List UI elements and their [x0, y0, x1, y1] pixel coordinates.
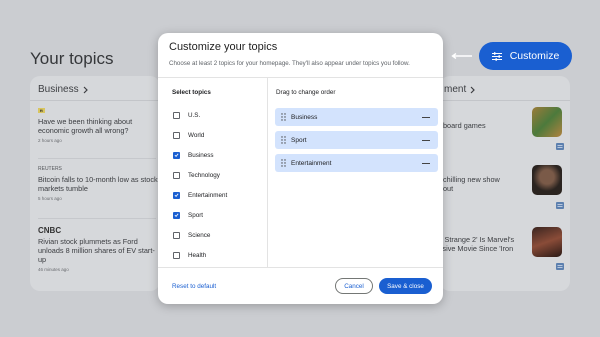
checkbox[interactable]: [173, 151, 180, 159]
coverage-icon[interactable]: [556, 263, 564, 270]
story-title[interactable]: Have we been thinking about economic gro…: [38, 117, 158, 135]
story-title[interactable]: chilling new show out: [443, 175, 531, 193]
section-title: Your topics: [30, 49, 114, 68]
drag-handle-icon[interactable]: [281, 113, 286, 121]
story-title[interactable]: board games: [443, 121, 531, 130]
topic-label: Entertainment: [188, 191, 228, 199]
story-thumbnail: [532, 107, 562, 137]
story-title[interactable]: Rivian stock plummets as Ford unloads 8 …: [38, 237, 158, 264]
topic-label: Health: [188, 251, 207, 259]
dialog-title: Customize your topics: [169, 41, 278, 53]
tune-icon: [491, 51, 502, 61]
entertainment-card: ment board games chilling new show out r…: [440, 76, 570, 291]
check-icon: [174, 213, 179, 217]
story-item[interactable]: REUTERS Bitcoin falls to 10-month low as…: [38, 165, 158, 202]
source-logo: ft: [38, 108, 45, 113]
topic-label: Technology: [188, 171, 220, 179]
customize-label: Customize: [509, 50, 560, 62]
card-header-label: Business: [38, 84, 79, 95]
story-time: 46 minutes ago: [38, 267, 69, 272]
divider: [38, 218, 156, 219]
order-item[interactable]: Entertainment: [275, 154, 438, 172]
divider: [38, 158, 156, 159]
card-header-label: ment: [444, 84, 467, 95]
check-icon: [174, 193, 179, 197]
dialog-subtitle: Choose at least 2 topics for your homepa…: [169, 60, 410, 67]
story-time: 2 hours ago: [38, 138, 62, 143]
story-thumbnail: [532, 165, 562, 195]
divider: [30, 100, 160, 101]
checkbox[interactable]: [173, 191, 180, 199]
topic-label: World: [188, 131, 205, 139]
story-thumbnail: [532, 227, 562, 257]
divider: [158, 77, 443, 78]
customize-button[interactable]: Customize: [479, 42, 572, 70]
topic-label: Business: [188, 151, 214, 159]
topic-option[interactable]: Science: [173, 230, 210, 240]
checkbox[interactable]: [173, 211, 180, 219]
topic-label: U.S.: [188, 111, 201, 119]
order-item[interactable]: Business: [275, 108, 438, 126]
business-card: Business ft Have we been thinking about …: [30, 76, 160, 291]
story-item[interactable]: CNBC Rivian stock plummets as Ford unloa…: [38, 226, 158, 272]
story-item[interactable]: ft Have we been thinking about economic …: [38, 107, 158, 143]
story-title[interactable]: r Strange 2' Is Marvel's rsive Movie Sin…: [440, 235, 528, 253]
topic-option[interactable]: World: [173, 130, 204, 140]
coverage-icon[interactable]: [556, 202, 564, 209]
story-time: 5 hours ago: [38, 196, 62, 201]
topic-label: Sport: [188, 211, 204, 219]
card-header[interactable]: Business: [38, 84, 89, 95]
topic-label: Science: [188, 231, 211, 239]
order-item[interactable]: Sport: [275, 131, 438, 149]
remove-icon[interactable]: [422, 162, 430, 164]
chevron-right-icon: [470, 86, 476, 93]
order-heading: Drag to change order: [276, 89, 336, 96]
checkbox[interactable]: [173, 171, 180, 179]
divider: [158, 267, 443, 268]
order-label: Sport: [291, 136, 307, 144]
topic-option[interactable]: Entertainment: [173, 190, 227, 200]
reset-to-default-link[interactable]: Reset to default: [172, 283, 216, 290]
card-header[interactable]: ment: [444, 84, 476, 95]
order-label: Business: [291, 113, 318, 121]
source-logo: REUTERS: [38, 165, 62, 172]
topic-option[interactable]: Sport: [173, 210, 203, 220]
chevron-right-icon: [83, 86, 88, 93]
drag-handle-icon[interactable]: [281, 159, 286, 167]
topic-option[interactable]: Technology: [173, 170, 220, 180]
topic-option[interactable]: U.S.: [173, 110, 200, 120]
order-label: Entertainment: [291, 159, 332, 167]
arrow-left-icon: [451, 53, 472, 59]
cancel-button[interactable]: Cancel: [335, 278, 373, 294]
checkbox[interactable]: [173, 131, 180, 139]
drag-handle-icon[interactable]: [281, 136, 286, 144]
save-close-button[interactable]: Save & close: [379, 278, 432, 294]
topic-option[interactable]: Health: [173, 250, 206, 260]
check-icon: [174, 153, 179, 157]
select-topics-heading: Select topics: [172, 89, 211, 96]
remove-icon[interactable]: [422, 139, 430, 141]
source-logo: CNBC: [38, 226, 62, 235]
divider: [267, 78, 268, 267]
checkbox[interactable]: [173, 111, 180, 119]
remove-icon[interactable]: [422, 116, 430, 118]
divider: [440, 100, 570, 101]
topic-option[interactable]: Business: [173, 150, 214, 160]
checkbox[interactable]: [173, 251, 180, 259]
customize-topics-dialog: Customize your topics Choose at least 2 …: [158, 33, 443, 304]
story-title[interactable]: Bitcoin falls to 10-month low as stock m…: [38, 175, 158, 193]
checkbox[interactable]: [173, 231, 180, 239]
coverage-icon[interactable]: [556, 143, 564, 150]
